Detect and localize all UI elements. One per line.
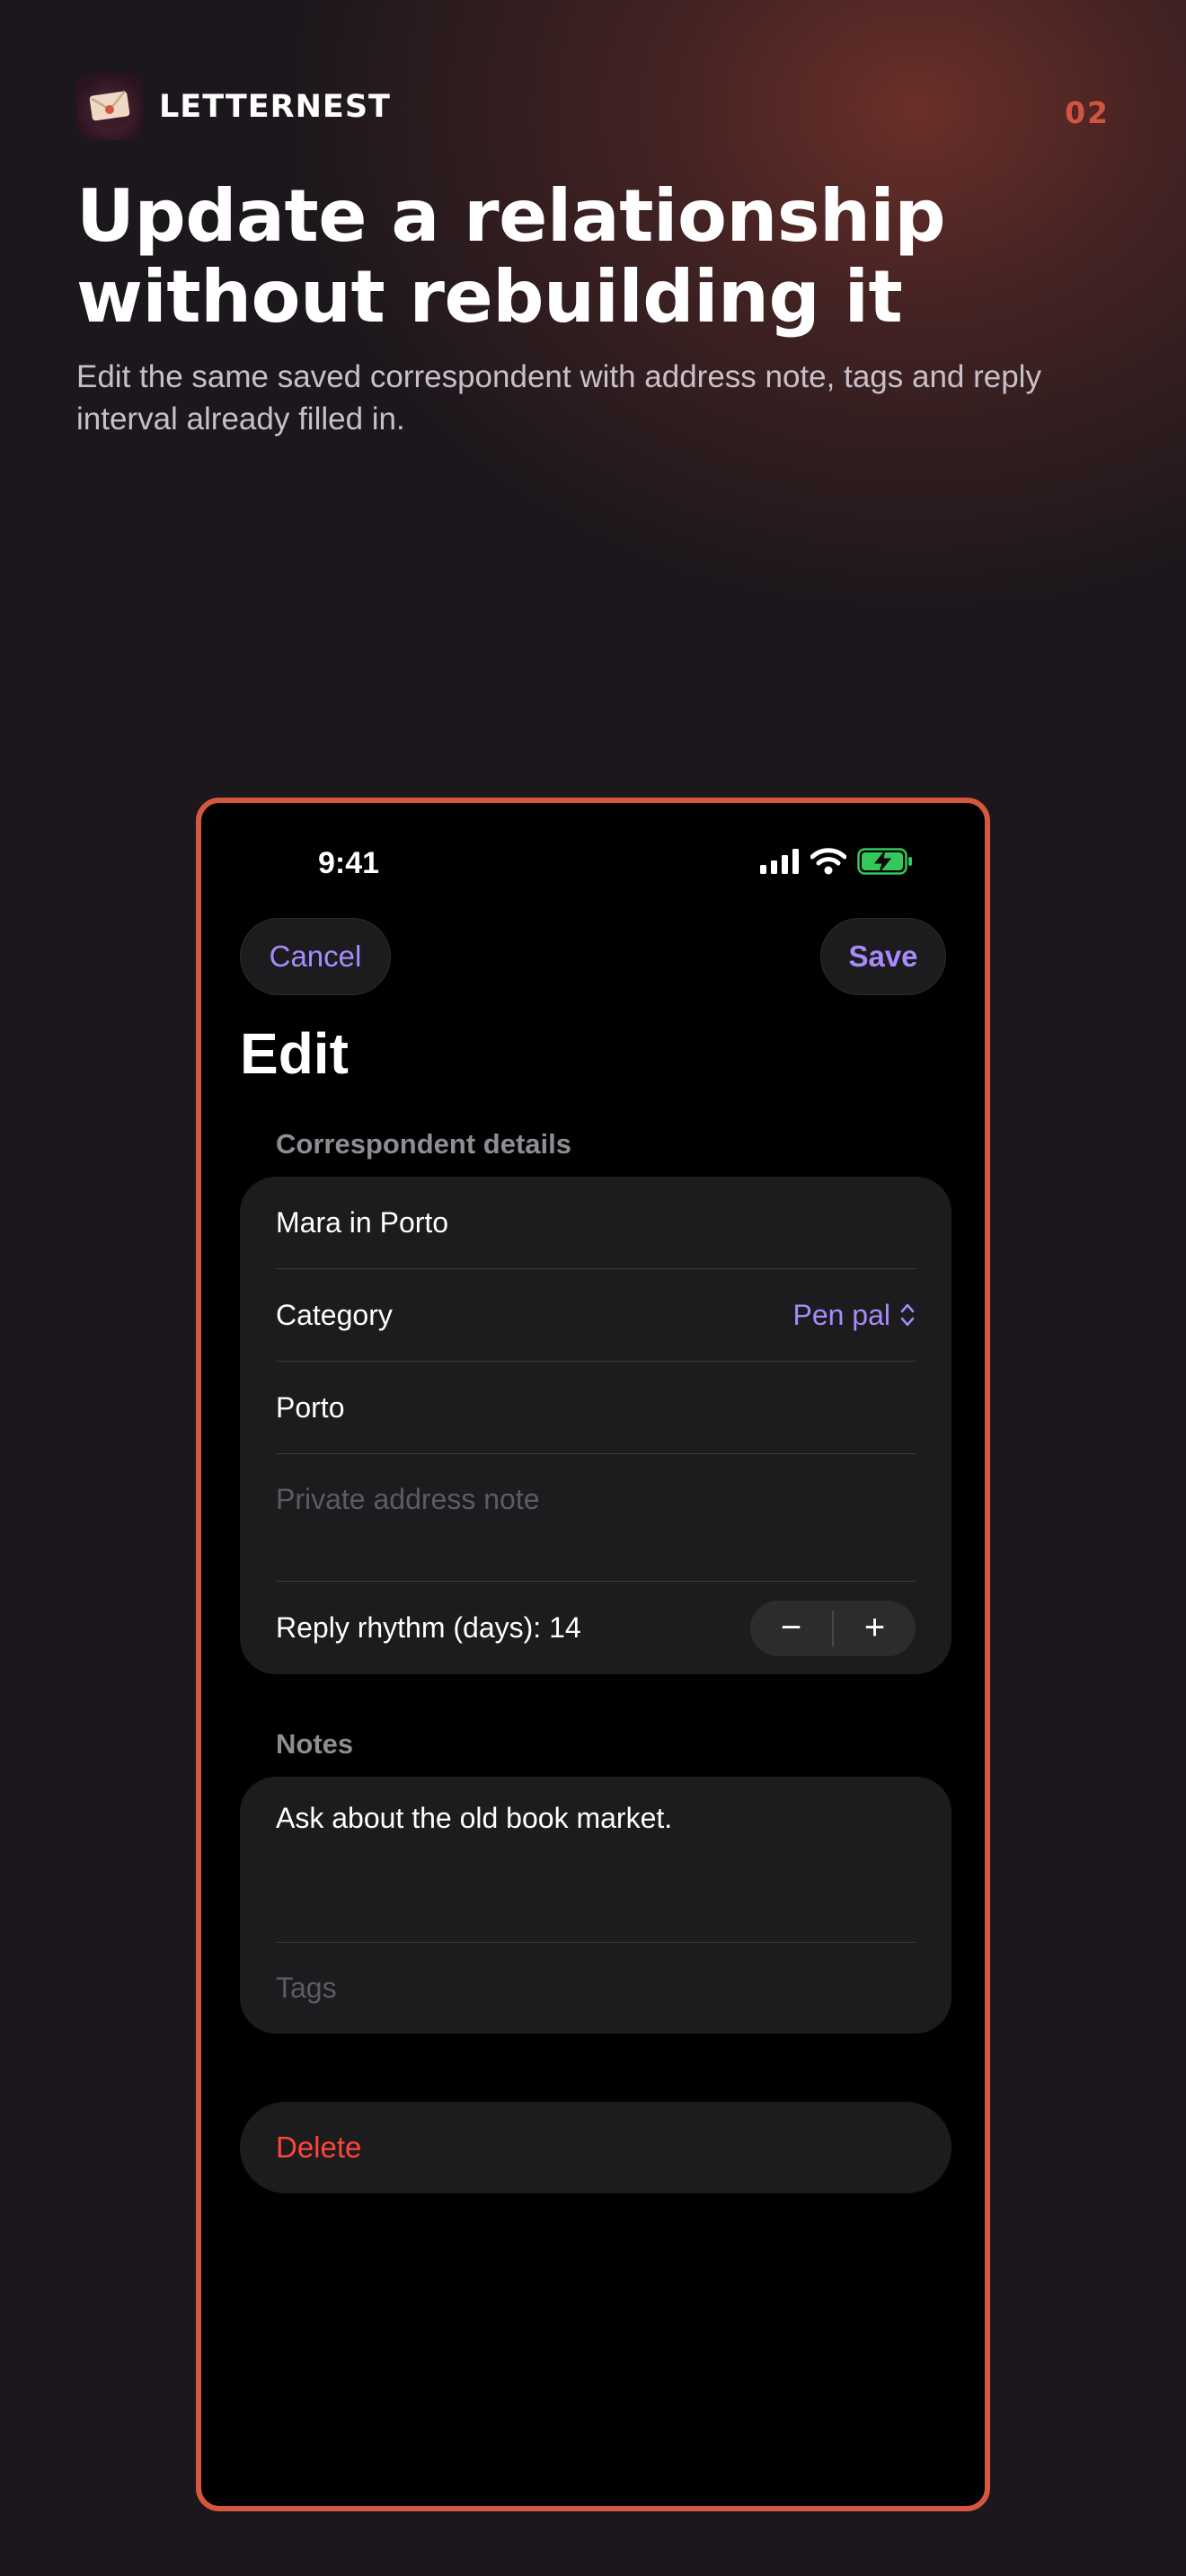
tags-placeholder: Tags	[276, 1972, 337, 2004]
reply-rhythm-label: Reply rhythm (days): 14	[276, 1611, 581, 1644]
envelope-app-icon	[76, 74, 143, 140]
status-bar: 9:41	[201, 803, 985, 884]
category-picker[interactable]: Pen pal	[792, 1299, 916, 1332]
delete-label: Delete	[276, 2130, 362, 2164]
name-field-value: Mara in Porto	[276, 1205, 449, 1239]
tags-field[interactable]: Tags	[276, 1943, 916, 2033]
decrement-button[interactable]: −	[750, 1601, 832, 1656]
wifi-icon	[810, 848, 846, 875]
increment-button[interactable]: +	[834, 1601, 916, 1656]
reply-rhythm-row: Reply rhythm (days): 14 − +	[276, 1582, 916, 1674]
save-button[interactable]: Save	[820, 918, 946, 995]
status-time: 9:41	[318, 846, 380, 880]
phone-frame: 9:41 Cancel Save Edit Correspondent deta…	[196, 798, 990, 2511]
brand-header: LETTERNEST	[76, 74, 391, 140]
notes-section-label: Notes	[276, 1728, 354, 1760]
city-field[interactable]: Porto	[276, 1362, 916, 1453]
city-field-value: Porto	[276, 1390, 345, 1424]
notes-value: Ask about the old book market.	[276, 1802, 673, 1834]
category-value: Pen pal	[792, 1298, 890, 1331]
page-title: Edit	[240, 1021, 349, 1086]
reply-rhythm-stepper: − +	[750, 1600, 916, 1656]
status-icons	[760, 848, 913, 875]
headline: Update a relationship without rebuilding…	[76, 174, 946, 339]
correspondent-section-label: Correspondent details	[276, 1128, 571, 1160]
brand-name: LETTERNEST	[159, 89, 391, 125]
name-field[interactable]: Mara in Porto	[276, 1177, 916, 1268]
address-note-placeholder: Private address note	[276, 1482, 540, 1515]
category-label: Category	[276, 1298, 393, 1331]
cellular-signal-icon	[760, 849, 799, 874]
delete-button[interactable]: Delete	[240, 2102, 951, 2193]
battery-charging-icon	[857, 848, 912, 875]
category-row[interactable]: Category Pen pal	[276, 1269, 916, 1361]
page-number: 02	[1065, 95, 1110, 130]
subheadline: Edit the same saved correspondent with a…	[76, 359, 1041, 437]
chevron-up-down-icon	[900, 1303, 915, 1327]
address-note-field[interactable]: Private address note	[276, 1454, 916, 1544]
correspondent-details-card: Mara in Porto Category Pen pal Porto Pri…	[240, 1177, 951, 1674]
cancel-button[interactable]: Cancel	[240, 918, 391, 995]
notes-textarea[interactable]: Ask about the old book market.	[276, 1802, 916, 1841]
notes-card: Ask about the old book market. Tags	[240, 1777, 951, 2033]
